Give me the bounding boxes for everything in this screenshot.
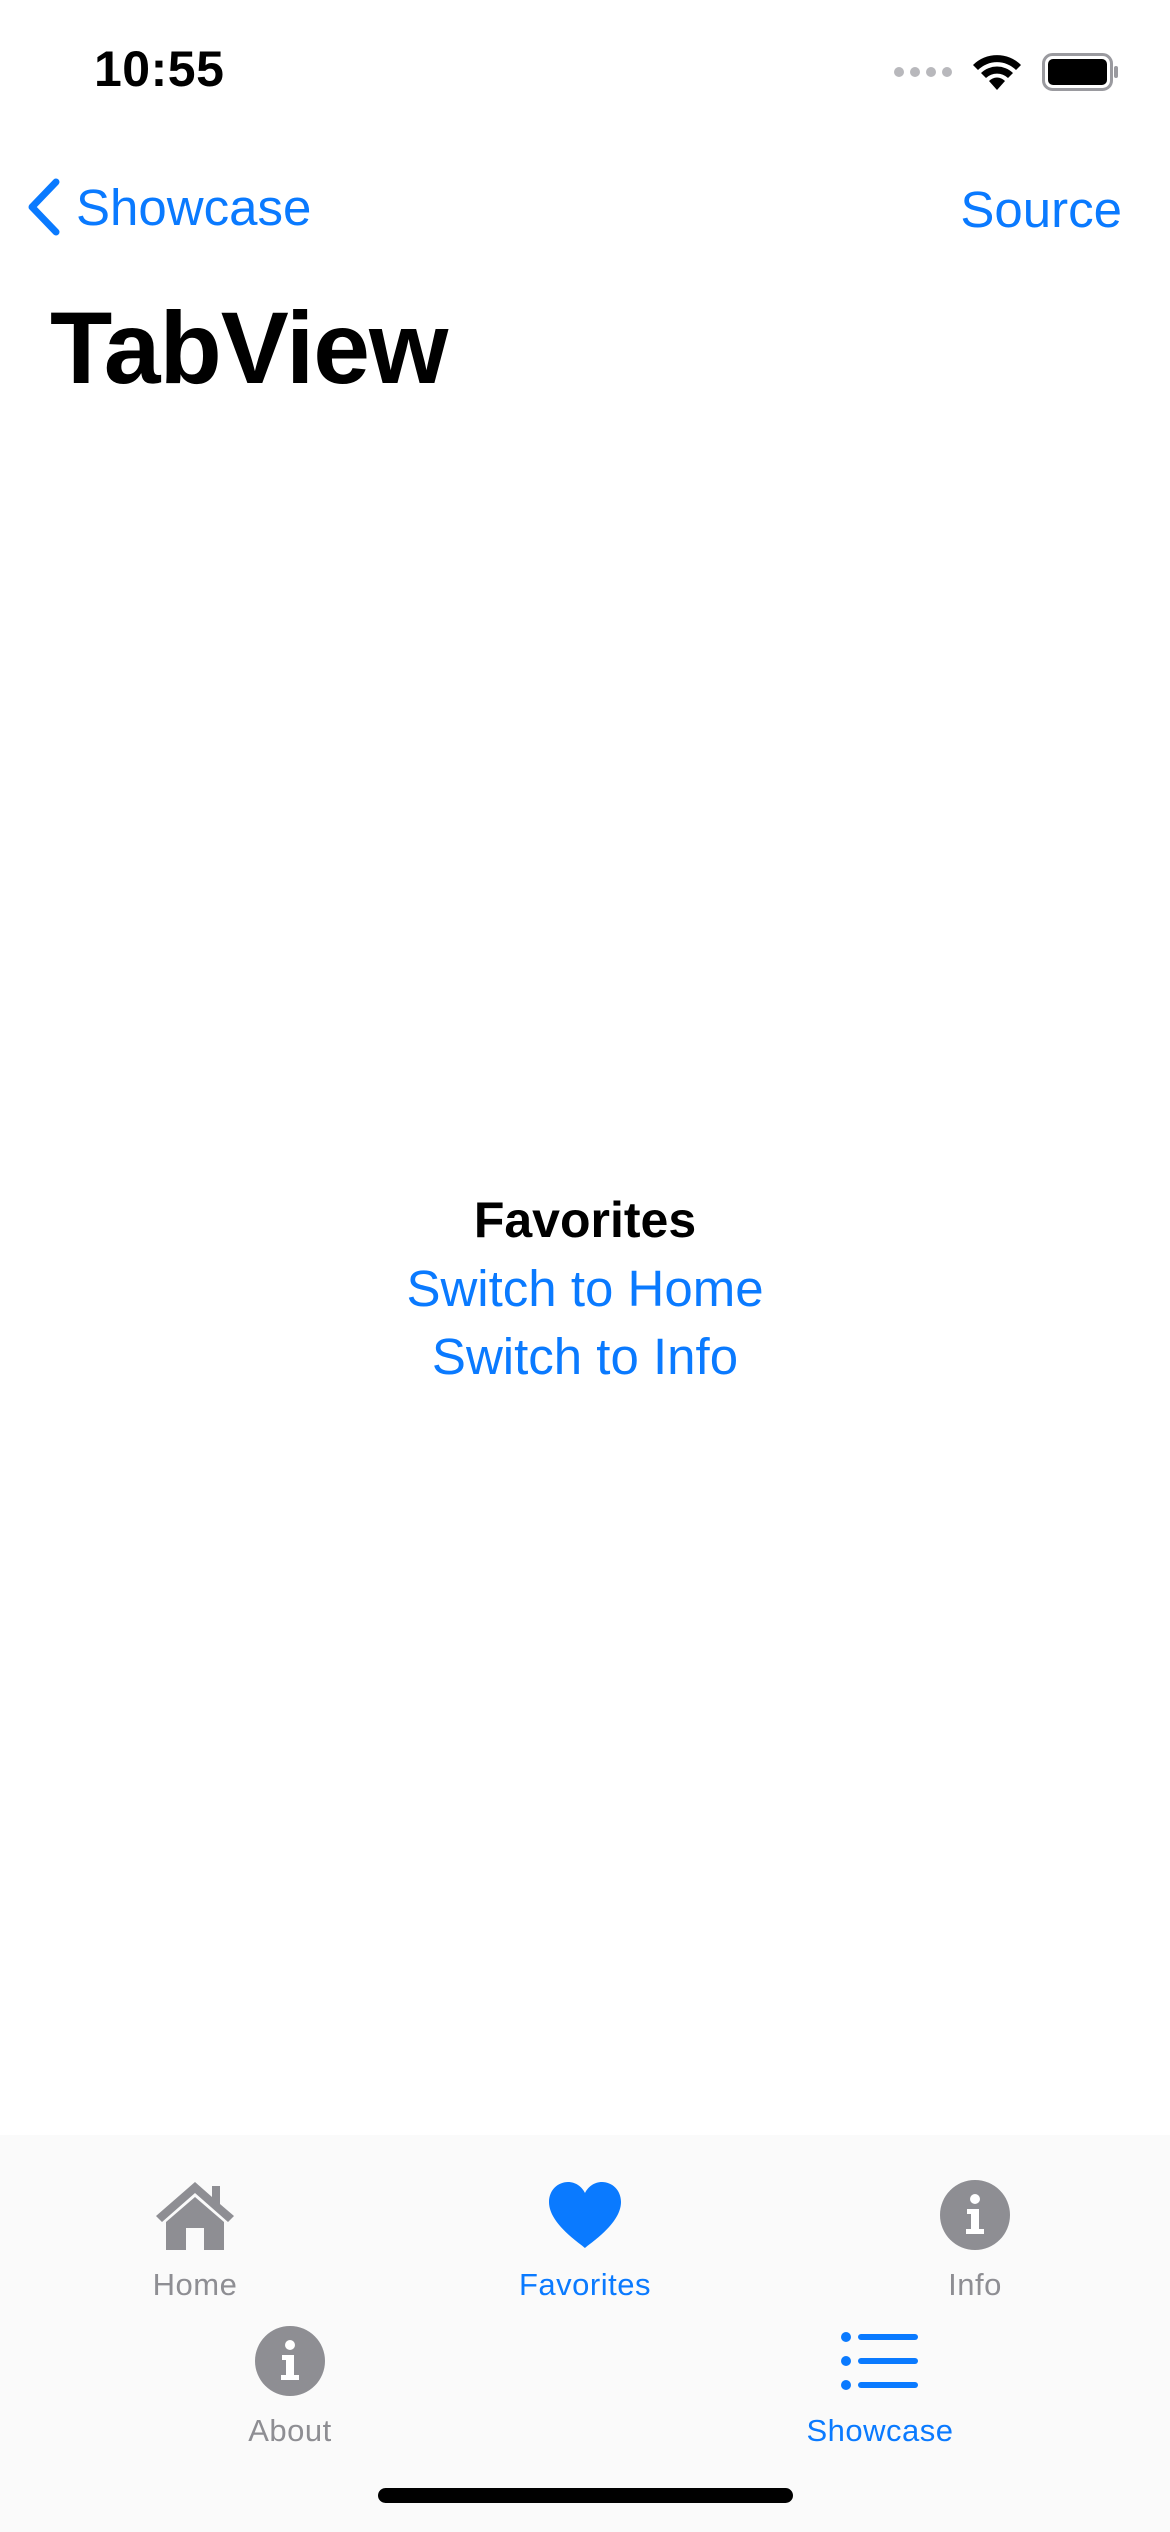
status-time: 10:55: [94, 41, 225, 97]
info-circle-icon: [255, 2326, 325, 2396]
chevron-left-icon: [28, 178, 60, 236]
status-indicators: [894, 52, 1120, 92]
house-icon: [156, 2182, 234, 2250]
switch-to-home-link[interactable]: Switch to Home: [406, 1255, 763, 1323]
switch-to-info-link[interactable]: Switch to Info: [432, 1323, 738, 1391]
screen: 10:55 Showcase Source TabView Favorites …: [0, 0, 1170, 2532]
tab-about[interactable]: About: [160, 2321, 420, 2449]
tab-favorites-label: Favorites: [519, 2267, 651, 2302]
back-button[interactable]: Showcase: [24, 176, 311, 238]
battery-icon: [1042, 53, 1118, 91]
tab-showcase[interactable]: Showcase: [750, 2321, 1010, 2449]
tab-home-label: Home: [152, 2267, 238, 2302]
wifi-icon: [973, 55, 1021, 90]
tab-favorites[interactable]: Favorites: [455, 2175, 715, 2303]
tab-content: Favorites Switch to Home Switch to Info: [0, 1185, 1170, 1391]
back-button-label: Showcase: [76, 178, 312, 236]
tab-home[interactable]: Home: [65, 2175, 325, 2303]
tab-heading: Favorites: [473, 1192, 697, 1248]
tab-about-label: About: [248, 2413, 332, 2448]
tab-info-label: Info: [948, 2267, 1002, 2302]
cellular-signal-icon: [894, 67, 952, 77]
tab-info[interactable]: Info: [845, 2175, 1105, 2303]
tab-showcase-label: Showcase: [806, 2413, 954, 2448]
home-indicator[interactable]: [378, 2488, 793, 2503]
list-icon: [841, 2332, 918, 2390]
tab-bar: Home Favorites Info About Showcase: [0, 2135, 1170, 2532]
heart-icon: [549, 2182, 621, 2248]
info-circle-icon: [940, 2180, 1010, 2250]
page-title: TabView: [50, 291, 448, 405]
source-button[interactable]: Source: [960, 180, 1122, 239]
